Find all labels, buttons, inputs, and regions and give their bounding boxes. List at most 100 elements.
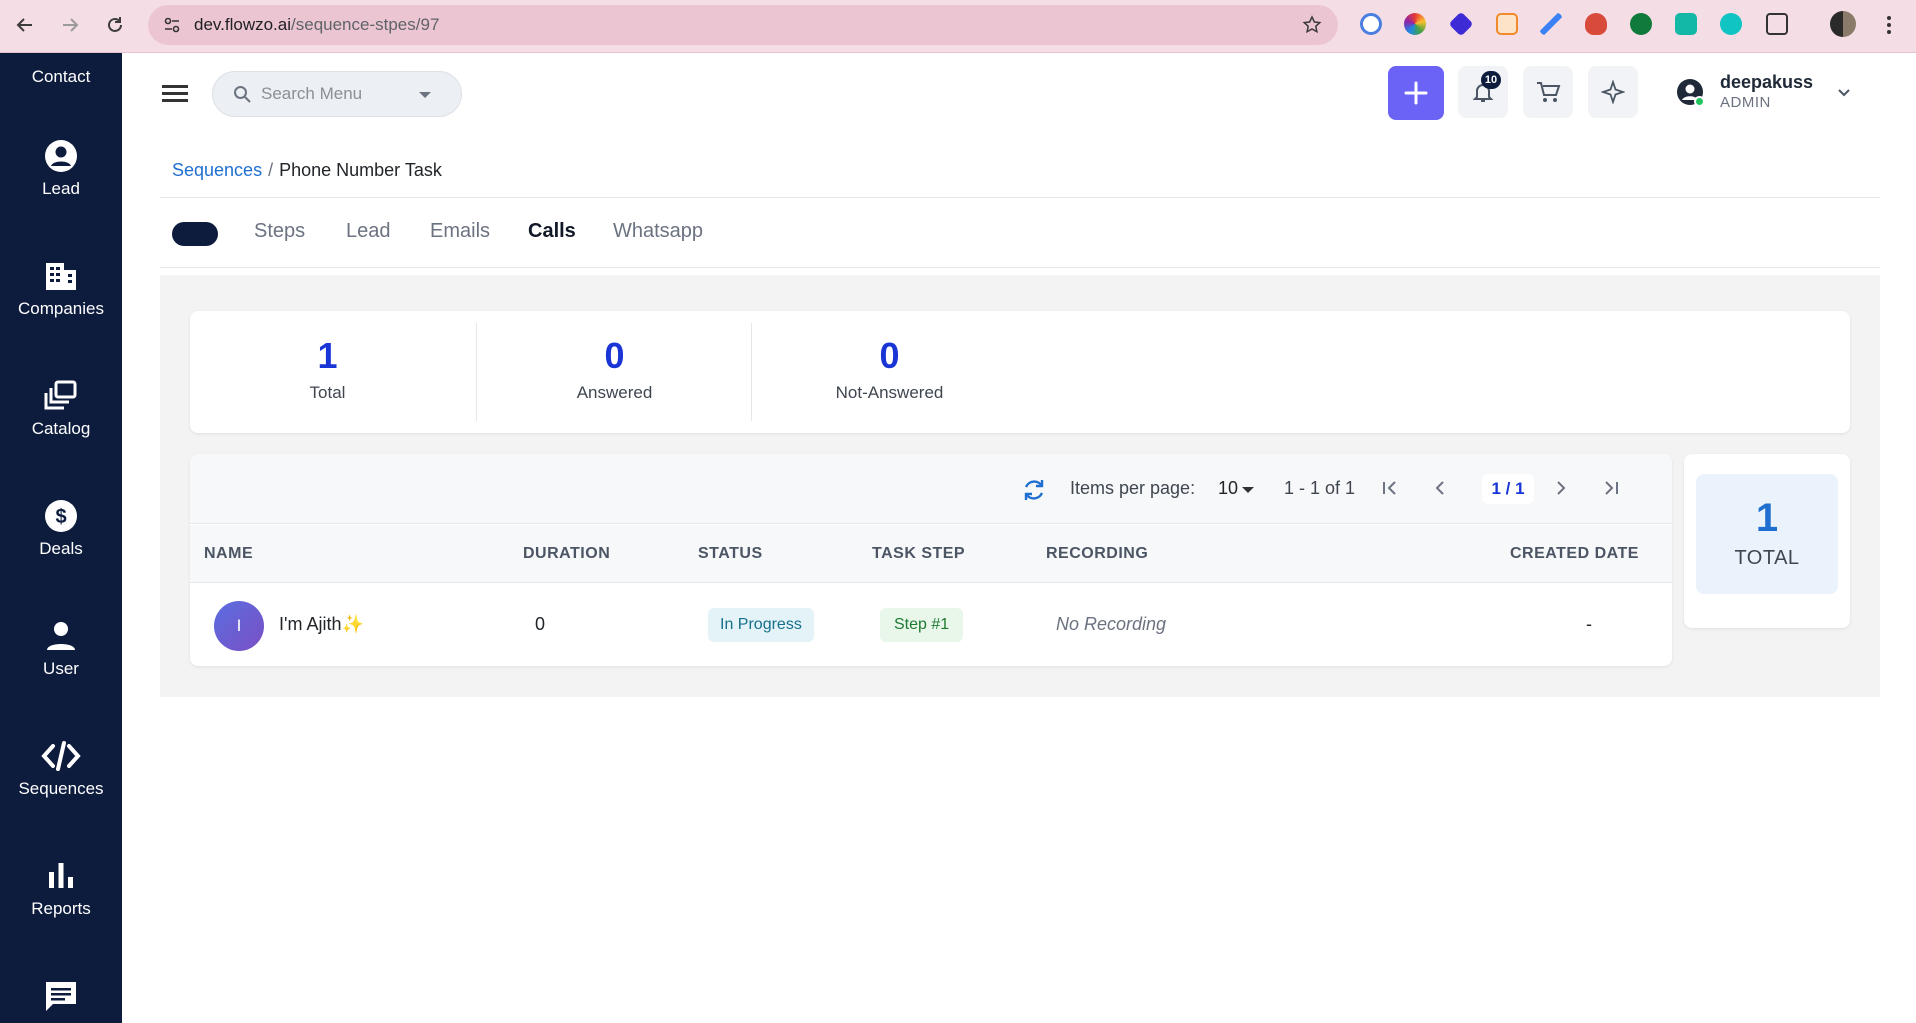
sidebar-item-deals[interactable]: $ Deals — [0, 499, 122, 559]
tab-steps[interactable]: Steps — [254, 220, 305, 243]
breadcrumb-separator: / — [268, 160, 274, 180]
tab-lead[interactable]: Lead — [346, 220, 391, 243]
row-name[interactable]: I'm Ajith✨ — [279, 614, 364, 635]
column-header-name[interactable]: NAME — [204, 545, 253, 563]
plus-icon — [1404, 81, 1428, 105]
previous-page-icon[interactable] — [1428, 476, 1452, 500]
add-button[interactable] — [1388, 66, 1444, 120]
dollar-circle-icon: $ — [45, 500, 77, 532]
user-role: ADMIN — [1720, 94, 1771, 111]
catalog-layers-icon — [44, 380, 77, 410]
column-header-task-step[interactable]: TASK STEP — [872, 545, 965, 563]
column-header-status[interactable]: STATUS — [698, 545, 763, 563]
refresh-icon[interactable] — [1020, 476, 1048, 504]
cart-button[interactable] — [1523, 66, 1573, 118]
extension-9-icon[interactable] — [1720, 13, 1742, 35]
forward-icon[interactable] — [55, 10, 85, 40]
last-page-icon[interactable] — [1599, 476, 1623, 500]
sidebar-item-label: Lead — [42, 179, 80, 198]
current-page-indicator: 1 / 1 — [1482, 474, 1534, 504]
call-stats-card: 1 Total 0 Answered 0 Not-Answered — [190, 311, 1850, 433]
total-box: 1 TOTAL — [1696, 474, 1838, 594]
sidebar: Contact Lead Companies Catalog $ Deals U… — [0, 53, 122, 1023]
extension-1-icon[interactable] — [1360, 13, 1382, 35]
bookmark-star-icon[interactable] — [1302, 15, 1322, 40]
browser-menu-icon[interactable] — [1874, 10, 1904, 40]
search-menu-input[interactable]: Search Menu — [212, 71, 462, 117]
column-header-duration[interactable]: DURATION — [523, 545, 610, 563]
sidebar-item-reports[interactable]: Reports — [0, 859, 122, 919]
tab-whatsapp[interactable]: Whatsapp — [613, 220, 703, 243]
extension-3-icon[interactable] — [1448, 11, 1474, 37]
sidebar-item-label: Companies — [18, 299, 104, 318]
column-header-recording[interactable]: RECORDING — [1046, 545, 1148, 563]
svg-text:$: $ — [55, 506, 66, 528]
task-step-badge: Step #1 — [880, 608, 964, 642]
tab-bar: Steps Lead Emails Calls Whatsapp — [160, 198, 1880, 268]
back-icon[interactable] — [10, 10, 40, 40]
sidebar-item-catalog[interactable]: Catalog — [0, 379, 122, 439]
sidebar-item-lead[interactable]: Lead — [0, 139, 122, 199]
sidebar-item-label: User — [43, 659, 79, 678]
stat-answered: 0 Answered — [477, 311, 752, 433]
row-duration: 0 — [535, 614, 546, 634]
site-info-icon[interactable] — [162, 15, 182, 35]
chevron-down-icon — [419, 92, 431, 98]
search-placeholder: Search Menu — [261, 84, 363, 103]
sidebar-item-chat[interactable] — [0, 979, 122, 1021]
items-per-page-select[interactable]: 10 — [1218, 478, 1238, 499]
extensions-puzzle-icon[interactable] — [1766, 13, 1788, 35]
tab-emails[interactable]: Emails — [430, 220, 490, 243]
sequence-toggle[interactable] — [172, 222, 218, 246]
sidebar-item-label: Sequences — [18, 779, 104, 798]
extension-8-icon[interactable] — [1675, 13, 1697, 35]
status-badge: In Progress — [708, 608, 814, 642]
extension-5-icon[interactable] — [1540, 13, 1562, 35]
ai-sparkle-button[interactable] — [1588, 66, 1638, 118]
breadcrumb-sequences-link[interactable]: Sequences — [172, 160, 262, 180]
online-status-dot — [1694, 96, 1705, 107]
hamburger-menu-icon[interactable] — [162, 82, 192, 106]
extension-4-icon[interactable] — [1496, 13, 1518, 35]
cart-icon — [1537, 82, 1561, 102]
extension-2-icon[interactable] — [1404, 13, 1426, 35]
user-name: deepakuss — [1720, 72, 1814, 92]
total-label: TOTAL — [1734, 547, 1800, 569]
address-bar[interactable]: dev.flowzo.ai/sequence-stpes/97 — [148, 5, 1338, 45]
column-header-created-date[interactable]: CREATED DATE — [1510, 545, 1639, 563]
building-icon — [46, 263, 76, 290]
url-host: dev.flowzo.ai — [194, 15, 292, 34]
total-value: 1 — [1755, 496, 1779, 540]
extension-6-icon[interactable] — [1585, 13, 1607, 35]
user-menu[interactable]: deepakuss ADMIN — [1676, 70, 1856, 118]
reload-icon[interactable] — [100, 10, 130, 40]
url-path: /sequence-stpes/97 — [291, 15, 440, 34]
sidebar-item-sequences[interactable]: Sequences — [0, 739, 122, 799]
row-created-date: - — [1586, 614, 1592, 634]
table-row[interactable]: I I'm Ajith✨ 0 In Progress Step #1 No Re… — [190, 584, 1672, 666]
person-icon — [47, 622, 75, 650]
stat-value: 0 — [879, 335, 900, 376]
stat-total: 1 Total — [190, 311, 465, 433]
calls-table-card: Items per page: 10 1 - 1 of 1 1 / 1 NAME… — [190, 454, 1672, 666]
sidebar-item-companies[interactable]: Companies — [0, 259, 122, 319]
notification-badge: 10 — [1481, 71, 1501, 89]
sidebar-item-label: Reports — [31, 899, 91, 918]
sidebar-item-contact[interactable]: Contact — [0, 67, 122, 87]
bar-chart-icon — [49, 863, 73, 888]
breadcrumb: Sequences / Phone Number Task — [172, 160, 442, 181]
browser-toolbar: dev.flowzo.ai/sequence-stpes/97 — [0, 0, 1916, 53]
stat-label: Answered — [576, 383, 653, 402]
table-header: NAME DURATION STATUS TASK STEP RECORDING… — [190, 525, 1672, 583]
sidebar-item-user[interactable]: User — [0, 619, 122, 679]
calls-panel: 1 Total 0 Answered 0 Not-Answered Items … — [160, 275, 1880, 697]
profile-avatar[interactable] — [1830, 11, 1856, 37]
breadcrumb-current: Phone Number Task — [279, 160, 442, 180]
first-page-icon[interactable] — [1378, 476, 1402, 500]
tab-calls[interactable]: Calls — [528, 220, 576, 243]
sidebar-item-label: Contact — [31, 67, 91, 86]
sparkle-icon — [1601, 80, 1625, 104]
sidebar-item-label: Deals — [39, 539, 83, 558]
extension-7-icon[interactable] — [1630, 13, 1652, 35]
next-page-icon[interactable] — [1549, 476, 1573, 500]
